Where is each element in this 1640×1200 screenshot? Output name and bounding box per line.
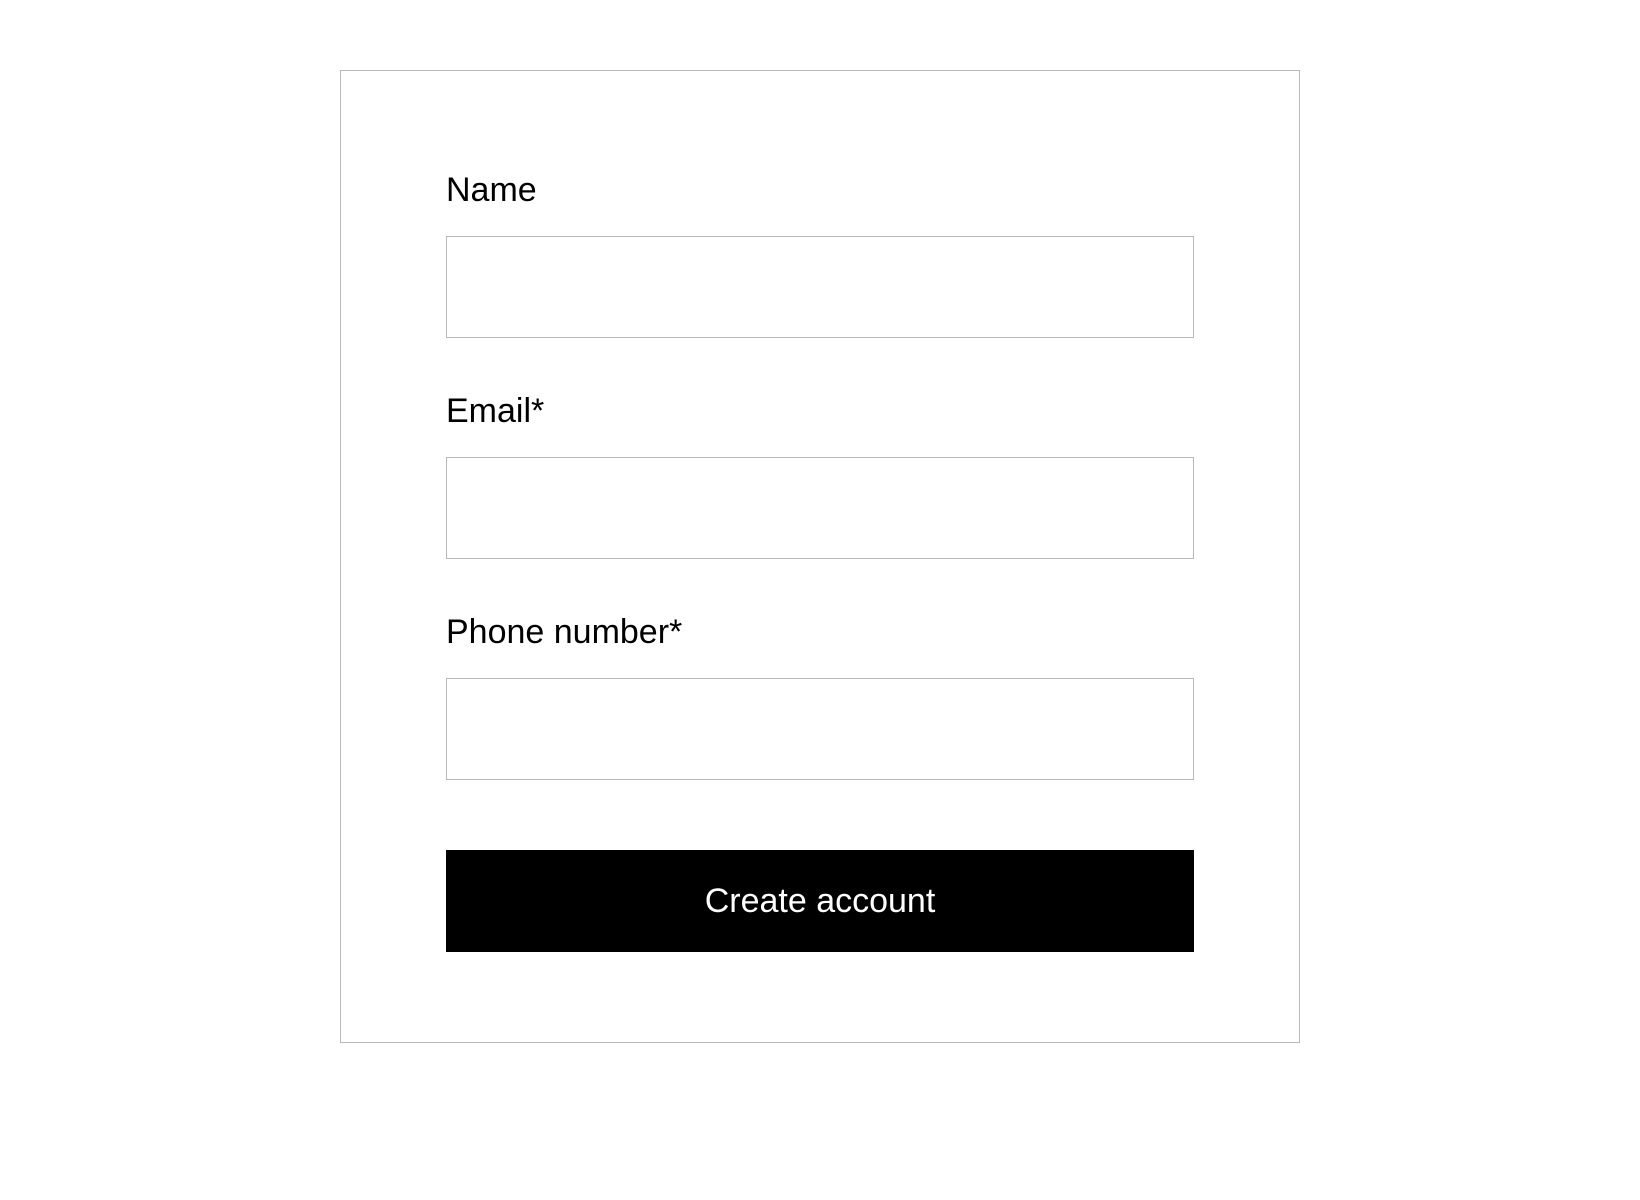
name-input[interactable] bbox=[446, 236, 1194, 338]
phone-field-group: Phone number* bbox=[446, 613, 1194, 780]
email-input[interactable] bbox=[446, 457, 1194, 559]
phone-input[interactable] bbox=[446, 678, 1194, 780]
email-label: Email* bbox=[446, 392, 1194, 431]
name-field-group: Name bbox=[446, 171, 1194, 338]
signup-form-card: Name Email* Phone number* Create account bbox=[340, 70, 1300, 1043]
name-label: Name bbox=[446, 171, 1194, 210]
email-field-group: Email* bbox=[446, 392, 1194, 559]
phone-label: Phone number* bbox=[446, 613, 1194, 652]
create-account-button[interactable]: Create account bbox=[446, 850, 1194, 952]
